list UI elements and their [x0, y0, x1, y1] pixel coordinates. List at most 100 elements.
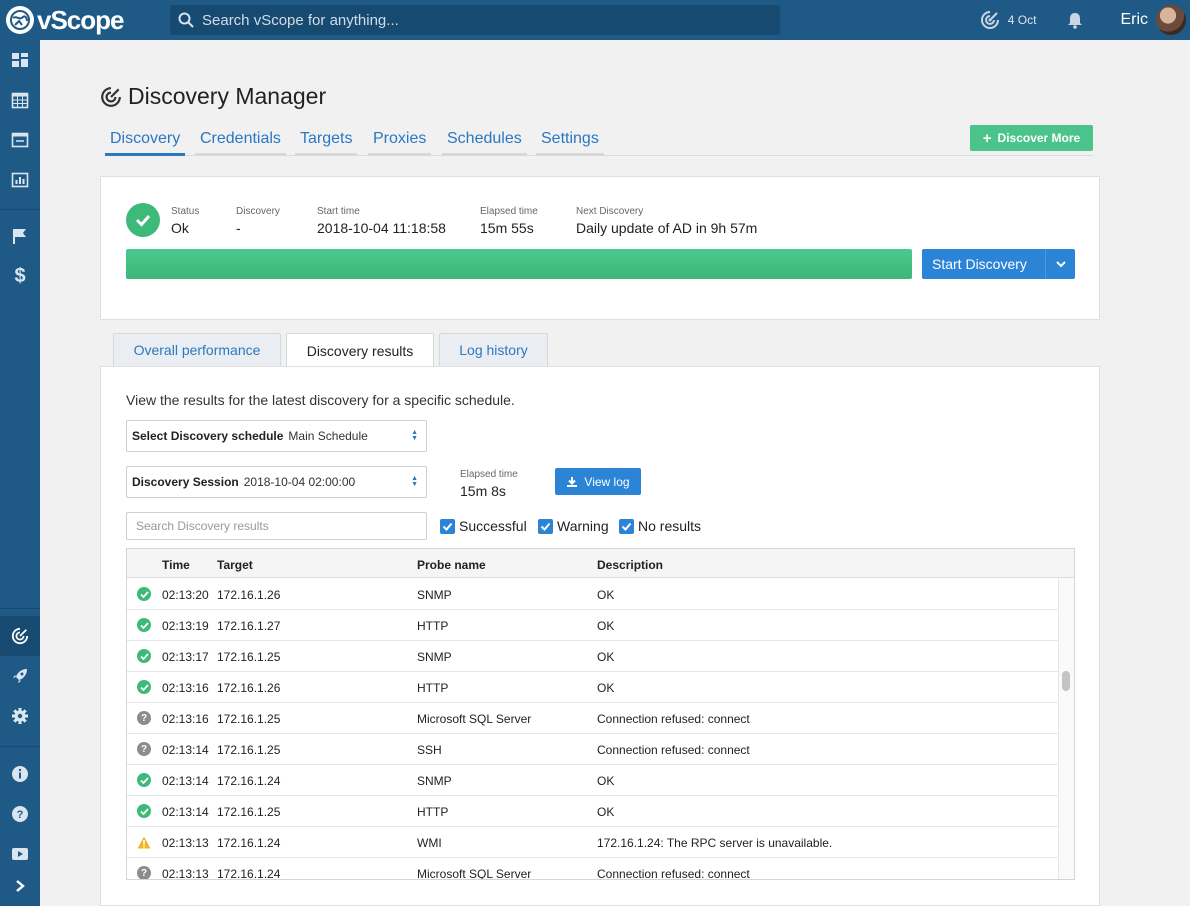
- table-row[interactable]: 02:13:14 172.16.1.24 SNMP OK: [127, 765, 1058, 796]
- schedule-select-value: Main Schedule: [288, 429, 368, 443]
- tab-settings[interactable]: Settings: [536, 130, 604, 156]
- row-target: 172.16.1.26: [217, 588, 281, 602]
- check-circle-icon: [137, 773, 151, 787]
- tab-credentials[interactable]: Credentials: [195, 130, 286, 156]
- filter-no-results[interactable]: No results: [619, 518, 701, 534]
- table-row[interactable]: 02:13:17 172.16.1.25 SNMP OK: [127, 641, 1058, 672]
- row-target: 172.16.1.25: [217, 650, 281, 664]
- row-target: 172.16.1.25: [217, 743, 281, 757]
- next-discovery-value: Daily update of AD in 9h 57m: [576, 220, 758, 236]
- checkbox-checked-icon[interactable]: [619, 518, 634, 534]
- table-scrollbar[interactable]: [1058, 578, 1074, 879]
- row-time: 02:13:20: [162, 588, 209, 602]
- session-elapsed-label: Elapsed time: [460, 469, 518, 480]
- table-row[interactable]: 02:13:20 172.16.1.26 SNMP OK: [127, 579, 1058, 610]
- avatar[interactable]: [1156, 5, 1186, 35]
- schedule-select[interactable]: Select Discovery schedule Main Schedule …: [126, 420, 427, 452]
- chart-icon[interactable]: [0, 160, 40, 200]
- row-probe-name: SNMP: [417, 588, 452, 602]
- global-search[interactable]: [170, 5, 780, 35]
- start-discovery-label[interactable]: Start Discovery: [922, 249, 1045, 279]
- discovery-status-panel: Status Ok Discovery - Start time 2018-10…: [100, 176, 1100, 320]
- session-select-label: Discovery Session: [132, 475, 239, 489]
- table-row[interactable]: 02:13:14 172.16.1.25 HTTP OK: [127, 796, 1058, 827]
- discovery-progress-bar: [126, 249, 912, 279]
- tab-log-history[interactable]: Log history: [439, 333, 548, 366]
- column-description[interactable]: Description: [597, 558, 663, 572]
- page-title-text: Discovery Manager: [128, 83, 327, 109]
- calendar-icon[interactable]: [0, 80, 40, 120]
- window-icon[interactable]: [0, 120, 40, 160]
- dollar-icon[interactable]: $: [0, 256, 40, 296]
- tab-proxies[interactable]: Proxies: [368, 130, 432, 156]
- sidebar: $ ?: [0, 40, 40, 906]
- table-row[interactable]: 02:13:16 172.16.1.26 HTTP OK: [127, 672, 1058, 703]
- search-icon: [178, 12, 194, 28]
- session-select[interactable]: Discovery Session 2018-10-04 02:00:00 ▲ ▼: [126, 466, 427, 498]
- tab-overall-performance[interactable]: Overall performance: [113, 333, 281, 366]
- app-name: vScope: [37, 4, 124, 35]
- filter-successful[interactable]: Successful: [440, 518, 527, 534]
- discover-more-button[interactable]: + Discover More: [970, 125, 1093, 151]
- globe-icon: [6, 6, 34, 34]
- row-probe-name: HTTP: [417, 619, 449, 633]
- table-row[interactable]: ? 02:13:16 172.16.1.25 Microsoft SQL Server…: [127, 703, 1058, 734]
- results-intro: View the results for the latest discover…: [126, 392, 515, 408]
- elapsed-time-value: 15m 55s: [480, 220, 534, 236]
- scrollbar-thumb[interactable]: [1062, 671, 1070, 691]
- column-probe-name[interactable]: Probe name: [417, 558, 486, 572]
- row-time: 02:13:13: [162, 836, 209, 850]
- row-description: Connection refused: connect: [597, 867, 750, 880]
- column-time[interactable]: Time: [162, 558, 190, 572]
- start-time-label: Start time: [317, 206, 360, 217]
- row-target: 172.16.1.24: [217, 867, 281, 880]
- row-description: OK: [597, 774, 615, 788]
- bell-icon[interactable]: [1066, 11, 1084, 29]
- results-search-input[interactable]: [126, 512, 427, 540]
- checkbox-checked-icon[interactable]: [538, 518, 553, 534]
- checkbox-checked-icon[interactable]: [440, 518, 455, 534]
- status-value: Ok: [171, 220, 189, 236]
- discovery-status-icon[interactable]: [980, 10, 1000, 30]
- chevron-right-icon[interactable]: [0, 866, 40, 906]
- table-row[interactable]: ? 02:13:14 172.16.1.25 SSH Connection refuse…: [127, 734, 1058, 765]
- elapsed-time-label: Elapsed time: [480, 206, 538, 217]
- table-row[interactable]: 02:13:19 172.16.1.27 HTTP OK: [127, 610, 1058, 641]
- filter-warning-label: Warning: [557, 518, 609, 534]
- flag-icon[interactable]: [0, 216, 40, 256]
- row-target: 172.16.1.25: [217, 712, 281, 726]
- question-circle-icon: ?: [137, 711, 151, 725]
- table-row[interactable]: ? 02:13:13 172.16.1.24 Microsoft SQL Server…: [127, 858, 1058, 880]
- tab-discovery-results[interactable]: Discovery results: [286, 333, 434, 367]
- question-circle-icon: ?: [137, 866, 151, 879]
- start-discovery-button[interactable]: Start Discovery: [922, 249, 1075, 279]
- column-target[interactable]: Target: [217, 558, 253, 572]
- search-input[interactable]: [202, 11, 762, 29]
- discovery-stat: Discovery -: [236, 206, 280, 236]
- chevron-down-icon[interactable]: [1045, 249, 1075, 279]
- info-icon[interactable]: [0, 754, 40, 794]
- tab-discovery[interactable]: Discovery: [105, 130, 186, 156]
- view-log-button[interactable]: View log: [555, 468, 641, 495]
- app-logo[interactable]: vScope: [0, 5, 170, 36]
- check-circle-icon: [137, 587, 151, 601]
- discovery-icon[interactable]: [0, 616, 40, 656]
- row-description: OK: [597, 619, 615, 633]
- dashboard-icon[interactable]: [0, 40, 40, 80]
- row-probe-name: WMI: [417, 836, 442, 850]
- filter-warning[interactable]: Warning: [538, 518, 609, 534]
- tab-targets[interactable]: Targets: [295, 130, 358, 156]
- row-probe-name: SNMP: [417, 774, 452, 788]
- user-name[interactable]: Eric: [1120, 11, 1148, 29]
- check-circle-icon: [137, 649, 151, 663]
- table-row[interactable]: 02:13:13 172.16.1.24 WMI 172.16.1.24: The R…: [127, 827, 1058, 858]
- row-probe-name: Microsoft SQL Server: [417, 867, 532, 880]
- check-circle-icon: [137, 804, 151, 818]
- gear-icon[interactable]: [0, 696, 40, 736]
- tab-schedules[interactable]: Schedules: [442, 130, 527, 156]
- rocket-icon[interactable]: [0, 656, 40, 696]
- sidebar-divider: [0, 746, 40, 747]
- row-time: 02:13:14: [162, 743, 209, 757]
- help-icon[interactable]: ?: [0, 794, 40, 834]
- row-time: 02:13:16: [162, 712, 209, 726]
